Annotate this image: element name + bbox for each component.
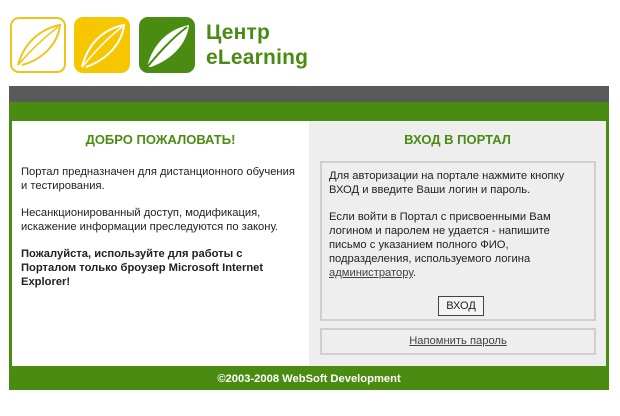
remind-password-box: Напомнить пароль [320, 328, 596, 355]
welcome-paragraph-1: Портал предназначен для дистанционного о… [21, 166, 295, 192]
login-info-text: Для авторизации на портале нажмите кнопк… [329, 169, 588, 280]
welcome-paragraph-2: Несанкционированный доступ, модификация,… [21, 207, 279, 233]
login-info-prefix: Если войти в Портал с присвоенными Вам л… [329, 211, 551, 265]
login-info-box: Для авторизации на портале нажмите кнопк… [320, 161, 596, 321]
brand-title: Центр eLearning [206, 20, 308, 70]
login-info-suffix: . [412, 267, 416, 279]
login-panel: ВХОД В ПОРТАЛ Для авторизации на портале… [309, 121, 606, 366]
welcome-title: ДОБРО ПОЖАЛОВАТЬ! [85, 132, 236, 147]
footer-copyright: ©2003-2008 WebSoft Development [217, 373, 401, 385]
browser-notice: Пожалуйста, используйте для работы с Пор… [21, 248, 264, 288]
remind-password-link[interactable]: Напомнить пароль [409, 335, 507, 347]
welcome-panel: ДОБРО ПОЖАЛОВАТЬ! Портал предназначен дл… [12, 121, 309, 366]
admin-link[interactable]: администратору [329, 267, 413, 279]
login-info-paragraph-1: Для авторизации на портале нажмите кнопк… [329, 170, 565, 196]
login-title: ВХОД В ПОРТАЛ [404, 132, 511, 147]
login-button[interactable]: ВХОД [438, 296, 484, 316]
top-gray-bar [9, 86, 609, 102]
welcome-text: Портал предназначен для дистанционного о… [21, 165, 299, 289]
header: Центр eLearning [0, 0, 620, 86]
brand-line-2: eLearning [206, 46, 309, 69]
leaf-green-icon [139, 17, 195, 73]
leaf-yellow-icon [74, 17, 130, 73]
leaf-outline-icon [10, 17, 66, 73]
brand-line-1: Центр [206, 21, 271, 44]
login-info-paragraph-2: Если войти в Портал с присвоенными Вам л… [329, 210, 588, 280]
